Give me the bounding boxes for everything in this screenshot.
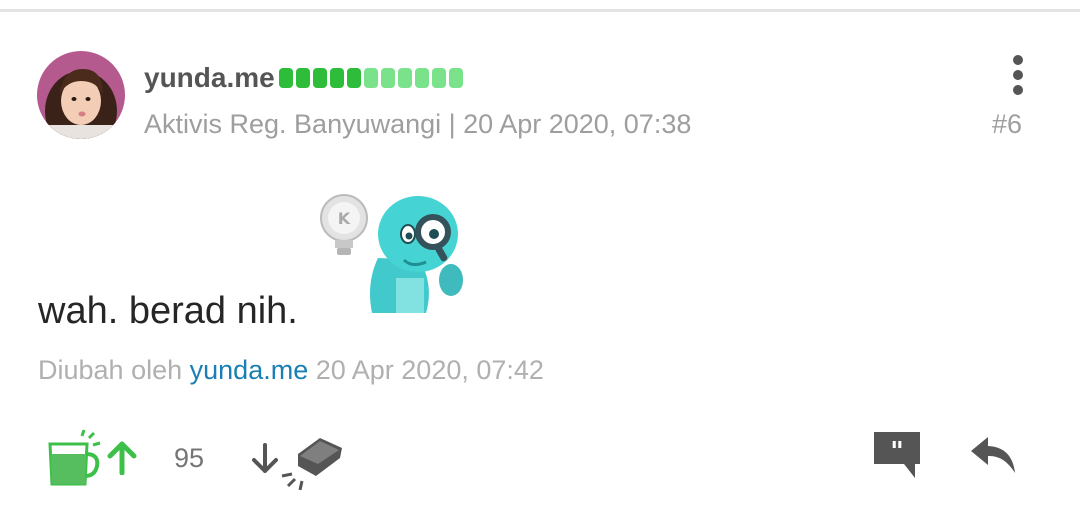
edited-prefix: Diubah oleh — [38, 355, 183, 385]
top-divider — [0, 9, 1080, 12]
reputation-dot — [432, 68, 446, 88]
post-text: wah. berad nih. — [38, 290, 298, 332]
post-meta: Aktivis Reg. Banyuwangi | 20 Apr 2020, 0… — [144, 109, 692, 139]
arrow-up-icon[interactable] — [106, 441, 138, 476]
editor-link[interactable]: yunda.me — [190, 355, 309, 385]
post-number[interactable]: #6 — [992, 107, 1022, 141]
reputation-dot — [449, 68, 463, 88]
edited-info: Diubah oleh yunda.me 20 Apr 2020, 07:42 — [38, 353, 544, 387]
username[interactable]: yunda.me — [144, 61, 275, 95]
reputation-dot — [415, 68, 429, 88]
edited-time: 20 Apr 2020, 07:42 — [315, 355, 544, 385]
arrow-down-icon[interactable] — [249, 442, 281, 474]
bata-brick-icon[interactable] — [280, 432, 346, 491]
reputation-dot — [313, 68, 327, 88]
reputation-dot — [398, 68, 412, 88]
cendol-cup-icon[interactable] — [45, 428, 101, 488]
reputation-bar — [279, 68, 463, 88]
reputation-dot — [279, 68, 293, 88]
vote-count: 95 — [173, 443, 205, 473]
more-vert-icon[interactable] — [1008, 55, 1028, 97]
reply-icon[interactable] — [968, 433, 1018, 475]
reputation-dot — [347, 68, 361, 88]
avatar[interactable] — [37, 51, 125, 139]
svg-text:": " — [890, 437, 904, 467]
thinking-sticker: K — [316, 188, 472, 318]
reputation-dot — [381, 68, 395, 88]
reputation-dot — [296, 68, 310, 88]
quote-icon[interactable]: " — [871, 430, 923, 480]
reputation-dot — [330, 68, 344, 88]
reputation-dot — [364, 68, 378, 88]
svg-text:K: K — [338, 209, 351, 228]
